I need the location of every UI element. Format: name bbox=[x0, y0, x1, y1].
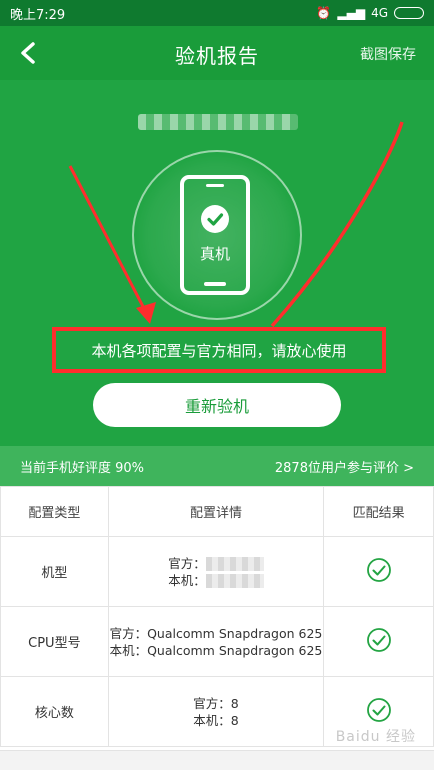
screenshot-save-button[interactable]: 截图保存 bbox=[360, 44, 416, 64]
match-check-icon bbox=[366, 697, 391, 722]
official-value: 官方：Qualcomm Snapdragon 625 bbox=[109, 625, 323, 641]
status-bar: 晚上7:29 ⏰ ▂▄▆ 4G bbox=[0, 0, 434, 26]
status-icons: ⏰ ▂▄▆ 4G bbox=[316, 6, 424, 20]
config-match-message: 本机各项配置与官方相同，请放心使用 bbox=[52, 327, 386, 373]
hero-section: 真机 本机各项配置与官方相同，请放心使用 重新验机 bbox=[0, 80, 434, 446]
annotation-arrowhead-left bbox=[136, 302, 156, 324]
official-label: 官方： bbox=[168, 555, 206, 571]
table-header-row: 配置类型 配置详情 匹配结果 bbox=[0, 486, 434, 537]
header-config-type: 配置类型 bbox=[0, 486, 109, 537]
match-check-icon bbox=[366, 627, 391, 652]
local-value: 本机：8 bbox=[193, 712, 239, 728]
user-reviews-link[interactable]: 2878位用户参与评价 > bbox=[275, 457, 414, 476]
header-config-detail: 配置详情 bbox=[107, 486, 325, 537]
header-match-result: 匹配结果 bbox=[323, 486, 434, 537]
blurred-value bbox=[205, 574, 264, 588]
blurred-value bbox=[205, 557, 264, 571]
row-result bbox=[323, 606, 434, 677]
table-bottom-edge bbox=[0, 750, 434, 770]
official-value: 官方：8 bbox=[193, 695, 239, 711]
network-label: 4G bbox=[371, 6, 388, 20]
annotation-arrow-left bbox=[68, 165, 152, 321]
table-row: 机型 官方： 本机： bbox=[0, 536, 434, 607]
battery-icon bbox=[394, 7, 424, 19]
row-type: 核心数 bbox=[0, 676, 109, 747]
watermark: Baidu 经验 bbox=[335, 729, 416, 745]
annotation-arrow-right bbox=[270, 121, 404, 328]
rating-bar[interactable]: 当前手机好评度 90% 2878位用户参与评价 > bbox=[0, 446, 434, 486]
retest-button[interactable]: 重新验机 bbox=[93, 383, 341, 427]
row-detail: 官方： 本机： bbox=[107, 536, 325, 607]
row-result bbox=[323, 536, 434, 607]
config-table: 配置类型 配置详情 匹配结果 机型 官方： 本机： CPU型号 官方：Qualc… bbox=[0, 486, 434, 747]
match-check-icon bbox=[366, 557, 391, 582]
local-value: 本机：Qualcomm Snapdragon 625 bbox=[109, 642, 323, 658]
row-detail: 官方：8 本机：8 bbox=[107, 676, 325, 747]
local-label: 本机： bbox=[168, 572, 206, 588]
table-row: CPU型号 官方：Qualcomm Snapdragon 625 本机：Qual… bbox=[0, 606, 434, 677]
satisfaction-rate: 当前手机好评度 90% bbox=[20, 460, 145, 476]
alarm-icon: ⏰ bbox=[316, 6, 332, 20]
row-type: 机型 bbox=[0, 536, 109, 607]
signal-icon: ▂▄▆ bbox=[337, 6, 366, 20]
app-bar: 验机报告 截图保存 bbox=[0, 26, 434, 80]
row-type: CPU型号 bbox=[0, 606, 109, 677]
status-time: 晚上7:29 bbox=[10, 7, 66, 23]
row-detail: 官方：Qualcomm Snapdragon 625 本机：Qualcomm S… bbox=[107, 606, 325, 677]
